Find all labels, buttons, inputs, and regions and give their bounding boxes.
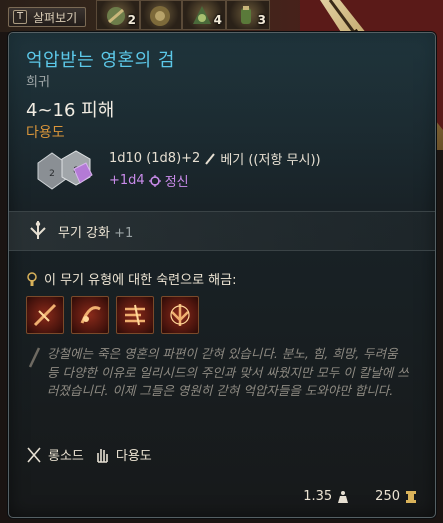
weapon-action-list bbox=[26, 296, 199, 334]
hand-icon bbox=[97, 448, 108, 463]
item-weight: 1.35 bbox=[303, 489, 349, 504]
skill-icon bbox=[170, 304, 190, 326]
proficiency-unlock-text: 이 무기 유형에 대한 숙련으로 해금: bbox=[44, 273, 237, 288]
psychic-icon bbox=[148, 174, 161, 187]
tag-longsword[interactable]: 롱소드 bbox=[26, 445, 84, 464]
svg-text:2: 2 bbox=[49, 169, 55, 179]
enchantment-value: +1 bbox=[114, 226, 134, 241]
skill-icon bbox=[80, 306, 101, 324]
bonus-damage-detail: +1d4 정신 bbox=[109, 171, 189, 190]
hotbar-slot[interactable]: 3 bbox=[226, 0, 270, 30]
enchantment-label: 무기 강화 bbox=[58, 226, 110, 241]
weight-value: 1.35 bbox=[303, 489, 333, 504]
item-stats: 1.35 250 bbox=[303, 489, 417, 504]
item-rarity: 희귀 bbox=[26, 75, 50, 90]
bonus-damage: +1d4 bbox=[109, 173, 145, 188]
quill-icon bbox=[28, 347, 41, 368]
proficiency-unlock-heading: 이 무기 유형에 대한 숙련으로 해금: bbox=[26, 269, 236, 288]
lock-icon bbox=[27, 271, 37, 286]
price-value: 250 bbox=[375, 489, 400, 504]
item-icon bbox=[107, 7, 125, 25]
damage-detail: 1d10 (1d8)+2 베기 ((저항 무시)) bbox=[109, 149, 321, 168]
weapon-tags: 롱소드 다용도 bbox=[26, 445, 152, 464]
longsword-icon bbox=[27, 446, 41, 463]
weapon-enchantment[interactable]: 무기 강화 +1 bbox=[58, 222, 133, 241]
hotbar-slot[interactable]: 4 bbox=[182, 0, 226, 30]
damage-range: 4~16 피해 bbox=[26, 100, 115, 121]
inspect-button-label: 살펴보기 bbox=[33, 10, 78, 25]
hotbar-slot[interactable] bbox=[140, 0, 182, 30]
enchant-icon bbox=[30, 221, 46, 239]
weapon-action-slot[interactable] bbox=[26, 296, 64, 334]
weapon-property[interactable]: 다용도 bbox=[26, 122, 65, 142]
weight-icon bbox=[338, 490, 349, 503]
hotbar-slot[interactable]: 2 bbox=[96, 0, 140, 30]
item-tooltip: 억압받는 영혼의 검 희귀 4~16 피해 다용도 2 8 1d10 (1d8)… bbox=[8, 32, 436, 518]
inspect-button[interactable]: T 살펴보기 bbox=[8, 7, 87, 27]
skill-icon bbox=[125, 304, 145, 326]
damage-type[interactable]: 베기 ((저항 무시)) bbox=[220, 149, 320, 168]
bonus-damage-type[interactable]: 정신 bbox=[165, 171, 189, 190]
hotbar-count: 4 bbox=[213, 13, 222, 27]
tag-label: 다용도 bbox=[115, 449, 152, 464]
skill-icon bbox=[33, 303, 57, 327]
tag-versatile[interactable]: 다용도 bbox=[94, 445, 152, 464]
weapon-action-slot[interactable] bbox=[161, 296, 199, 334]
flavor-text: 강철에는 죽은 영혼의 파편이 갇혀 있습니다. 분노, 힘, 희망, 두려움 … bbox=[47, 346, 409, 398]
weapon-action-slot[interactable] bbox=[71, 296, 109, 334]
hotbar-count: 3 bbox=[257, 13, 266, 27]
item-price: 250 bbox=[375, 489, 417, 504]
damage-formula: 1d10 (1d8)+2 bbox=[109, 151, 201, 166]
item-name: 억압받는 영혼의 검 bbox=[26, 50, 175, 71]
hotbar-count: 2 bbox=[127, 13, 136, 27]
item-icon bbox=[150, 6, 170, 26]
item-icon bbox=[193, 6, 211, 24]
dice-icon: 2 8 bbox=[37, 150, 93, 190]
slash-icon bbox=[205, 152, 216, 165]
item-icon bbox=[241, 6, 251, 24]
gold-icon bbox=[406, 490, 416, 503]
inspect-key-hint: T bbox=[13, 10, 27, 24]
weapon-action-slot[interactable] bbox=[116, 296, 154, 334]
tag-label: 롱소드 bbox=[48, 449, 84, 464]
